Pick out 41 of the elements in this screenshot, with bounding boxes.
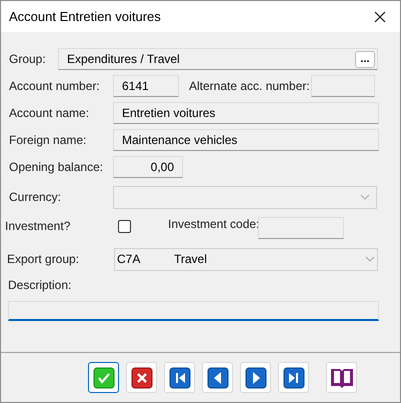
next-icon bbox=[244, 366, 266, 388]
field-label: Alternate acc. number: bbox=[188, 78, 311, 95]
account-name-field[interactable]: Entretien voitures bbox=[113, 102, 379, 124]
field-label: Account name: bbox=[8, 105, 90, 122]
cancel-button[interactable] bbox=[126, 362, 157, 393]
foreign-name-field[interactable]: Maintenance vehicles bbox=[113, 129, 379, 151]
account-number-field[interactable]: 6141 bbox=[113, 75, 179, 97]
alternate-number-field[interactable] bbox=[311, 75, 375, 97]
field-label: Account number: bbox=[8, 78, 101, 95]
checkmark-icon bbox=[92, 366, 114, 388]
opening-balance-field[interactable]: 0,00 bbox=[113, 156, 183, 178]
skip-first-icon bbox=[168, 366, 190, 388]
investment-checkbox[interactable] bbox=[118, 220, 131, 232]
field-label: Foreign name: bbox=[8, 132, 88, 149]
previous-icon bbox=[206, 366, 228, 388]
chevron-down-icon bbox=[360, 194, 370, 200]
field-label: Export group: bbox=[7, 251, 80, 268]
field-label: Group: bbox=[8, 51, 47, 68]
description-field[interactable] bbox=[8, 301, 379, 321]
export-group-code: C7A bbox=[117, 251, 142, 268]
ok-button[interactable] bbox=[88, 362, 119, 393]
first-button[interactable] bbox=[164, 362, 195, 393]
next-button[interactable] bbox=[240, 362, 271, 393]
export-group-dropdown[interactable]: C7A Travel bbox=[114, 248, 378, 270]
skip-last-icon bbox=[282, 366, 304, 388]
book-button[interactable] bbox=[326, 362, 357, 393]
chevron-down-icon bbox=[365, 256, 375, 262]
close-icon bbox=[374, 10, 386, 22]
prev-button[interactable] bbox=[202, 362, 233, 393]
field-label: Opening balance: bbox=[8, 159, 104, 176]
browse-button[interactable]: ... bbox=[355, 50, 375, 68]
window-title: Account Entretien voitures bbox=[9, 8, 161, 26]
close-icon bbox=[130, 366, 152, 388]
export-group-name: Travel bbox=[174, 251, 207, 268]
investment-code-field[interactable] bbox=[258, 217, 344, 239]
field-label: Investment? bbox=[5, 218, 72, 235]
group-field[interactable]: Expenditures / Travel ... bbox=[58, 48, 378, 70]
field-label: Description: bbox=[8, 277, 72, 294]
field-label: Investment code: bbox=[167, 216, 257, 233]
field-label: Currency: bbox=[8, 189, 62, 206]
last-button[interactable] bbox=[278, 362, 309, 393]
